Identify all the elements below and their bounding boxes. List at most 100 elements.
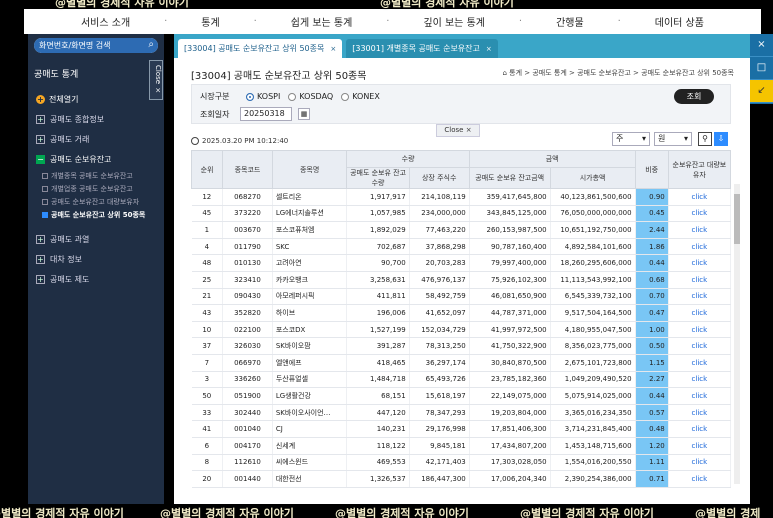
col-listed-shares[interactable]: 상장 주식수 [408, 167, 470, 189]
col-name[interactable]: 종목명 [271, 150, 348, 189]
table-cell: 3,714,231,845,400 [550, 420, 636, 438]
holder-link[interactable]: click [668, 254, 732, 272]
radio-konex[interactable]: KONEX [341, 92, 380, 101]
screen-search-input[interactable]: 화면번호/화면명 검색 ⌕ [34, 38, 158, 53]
radio-kosdaq[interactable]: KOSDAQ [288, 92, 333, 101]
nav-separator: · [518, 16, 523, 27]
holder-link[interactable]: click [668, 420, 732, 438]
table-cell: 42,171,403 [409, 454, 470, 472]
close-icon[interactable]: × [750, 34, 773, 57]
holder-link[interactable]: click [668, 221, 732, 239]
holder-link[interactable]: click [668, 321, 732, 339]
table-cell: 21 [191, 288, 224, 306]
tab-top50[interactable]: [33004] 공매도 순보유잔고 상위 50종목 × [178, 39, 343, 58]
query-button[interactable]: 조회 [674, 89, 714, 104]
sidebar-item-lending[interactable]: + 대차 정보 [36, 254, 156, 265]
window-icon[interactable]: □ [750, 57, 773, 80]
table-cell: 41,750,322,900 [469, 337, 551, 355]
table-cell: 신세계 [272, 437, 348, 455]
close-button[interactable]: Close × [436, 124, 480, 137]
download-icon[interactable]: ⇩ [714, 132, 728, 146]
table-cell: 702,687 [346, 238, 410, 256]
tab-close-icon[interactable]: × [330, 45, 336, 53]
table-cell: 003670 [222, 221, 273, 239]
col-short-qty[interactable]: 공매도 순보유 잔고수량 [346, 167, 410, 189]
holder-link[interactable]: click [668, 238, 732, 256]
table-cell: 17,006,204,340 [469, 470, 551, 488]
nav-statistics[interactable]: 통계 [201, 14, 219, 29]
col-code[interactable]: 종목코드 [222, 150, 273, 189]
holder-link[interactable]: click [668, 337, 732, 355]
table-cell: 234,000,000 [409, 205, 470, 223]
search-icon[interactable]: ⌕ [148, 39, 154, 50]
col-rank[interactable]: 순위 [190, 150, 224, 189]
table-cell: 아모레퍼시픽 [272, 288, 348, 306]
sidebar-subitem-large-holders[interactable]: 공매도 순보유잔고 대량보유자 [42, 197, 164, 207]
holder-link[interactable]: click [668, 354, 732, 372]
sidebar-close-tab[interactable]: Close × [149, 60, 163, 100]
sidebar-subitem-sector-balance[interactable]: 개별업종 공매도 순보유잔고 [42, 184, 164, 194]
sidebar-section-header[interactable]: 공매도 통계 ^ [34, 67, 158, 80]
date-input[interactable]: 20250318 [240, 107, 292, 121]
page-title: [33004] 공매도 순보유잔고 상위 50종목 [191, 71, 367, 82]
holder-link[interactable]: click [668, 371, 732, 389]
sidebar-item-short-overview[interactable]: + 공매도 종합정보 [36, 114, 156, 125]
sidebar-item-system[interactable]: + 공매도 제도 [36, 274, 156, 285]
table-row: 4 011790 SKC 702,687 37,868,298 90,787,160,40… [191, 238, 732, 256]
radio-kospi[interactable]: KOSPI [246, 92, 280, 101]
expand-icon: + [36, 115, 45, 124]
open-all-button[interactable]: + 전체열기 [36, 94, 156, 105]
holder-link[interactable]: click [668, 404, 732, 422]
holder-link[interactable]: click [668, 454, 732, 472]
expand-icon: + [36, 275, 45, 284]
market-label: 시장구분 [200, 92, 230, 101]
table-cell: 카카오뱅크 [272, 271, 348, 289]
sidebar-item-short-balance[interactable]: − 공매도 순보유잔고 [36, 154, 156, 165]
table-cell: 260,153,987,500 [469, 221, 551, 239]
holder-link[interactable]: click [668, 205, 732, 223]
col-market-cap[interactable]: 시가총액 [549, 167, 636, 189]
sidebar-item-overheating[interactable]: + 공매도 과열 [36, 234, 156, 245]
col-ratio[interactable]: 비중 [634, 150, 669, 189]
sidebar-subitem-stock-balance[interactable]: 개별종목 공매도 순보유잔고 [42, 171, 164, 181]
table-scrollbar[interactable] [734, 184, 740, 484]
sidebar-subitem-top50[interactable]: 공매도 순보유잔고 상위 50종목 [42, 210, 164, 220]
arrow-icon[interactable]: ↙ [750, 80, 773, 103]
home-icon[interactable]: ⌂ [502, 69, 506, 77]
nav-publications[interactable]: 간행물 [556, 14, 584, 29]
subitem-label: 공매도 순보유잔고 대량보유자 [51, 198, 140, 206]
sidebar-section-title: 공매도 통계 [34, 70, 79, 80]
filter-icon[interactable]: ⚲ [698, 132, 712, 146]
nav-service-intro[interactable]: 서비스 소개 [81, 14, 130, 29]
calendar-icon[interactable]: ▦ [298, 108, 310, 120]
holder-link[interactable]: click [668, 470, 732, 488]
nav-data-products[interactable]: 데이터 상품 [655, 14, 704, 29]
holder-link[interactable]: click [668, 304, 732, 322]
table-cell: 152,034,729 [409, 321, 470, 339]
nav-easy-statistics[interactable]: 쉽게 보는 통계 [291, 14, 353, 29]
table-cell: 469,553 [346, 454, 410, 472]
table-row: 45 373220 LG에너지솔루션 1,057,985 234,000,000 343,… [191, 205, 732, 223]
table-cell: 2,675,101,723,800 [550, 354, 636, 372]
tab-close-icon[interactable]: × [486, 45, 492, 53]
table-cell: 1.86 [635, 238, 669, 256]
table-cell: 3,258,631 [346, 271, 410, 289]
nav-deep-statistics[interactable]: 깊이 보는 통계 [423, 14, 485, 29]
table-cell: 44,787,371,000 [469, 304, 551, 322]
table-cell: 18,260,295,606,000 [550, 254, 636, 272]
sidebar-item-short-trading[interactable]: + 공매도 거래 [36, 134, 156, 145]
holder-link[interactable]: click [668, 437, 732, 455]
holder-link[interactable]: click [668, 271, 732, 289]
table-cell: 411,811 [346, 288, 410, 306]
table-cell: 373220 [222, 205, 273, 223]
quantity-unit-select[interactable]: 주 ▾ [612, 132, 650, 146]
holder-link[interactable]: click [668, 188, 732, 206]
col-short-amount[interactable]: 공매도 순보유 잔고금액 [468, 167, 551, 189]
tab-stock-balance[interactable]: [33001] 개별종목 공매도 순보유잔고 × [346, 39, 498, 58]
table-row: 48 010130 고려아연 90,700 20,703,283 79,997,400,0… [191, 254, 732, 272]
amount-unit-select[interactable]: 원 ▾ [654, 132, 692, 146]
scrollbar-thumb[interactable] [734, 194, 740, 244]
holder-link[interactable]: click [668, 387, 732, 405]
table-cell: 2.44 [635, 221, 669, 239]
holder-link[interactable]: click [668, 288, 732, 306]
